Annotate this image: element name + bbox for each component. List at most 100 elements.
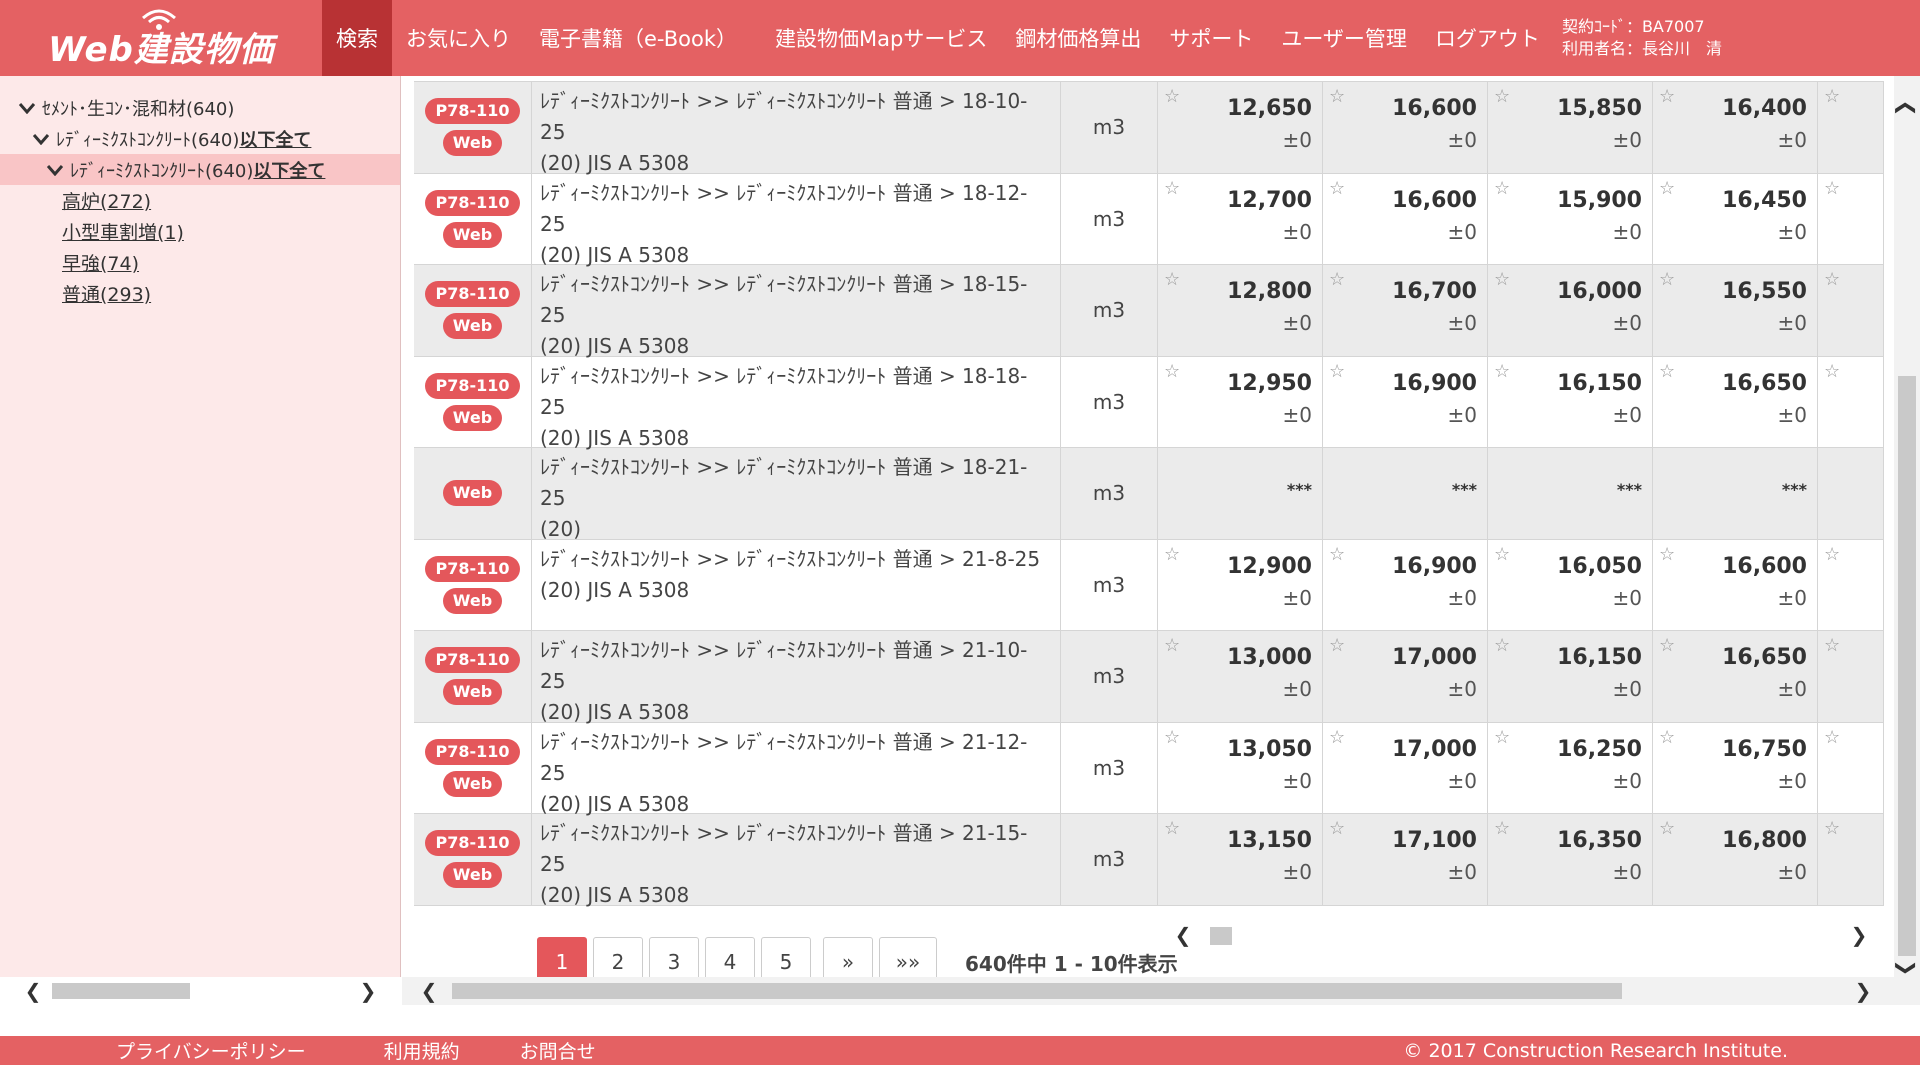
item-description[interactable]: ﾚﾃﾞｨｰﾐｸｽﾄｺﾝｸﾘｰﾄ >> ﾚﾃﾞｨｰﾐｸｽﾄｺﾝｸﾘｰﾄ 普通 > …	[532, 539, 1061, 630]
table-row[interactable]: P78-110 Web ﾚﾃﾞｨｰﾐｸｽﾄｺﾝｸﾘｰﾄ >> ﾚﾃﾞｨｰﾐｸｽﾄｺﾝ…	[414, 265, 1158, 358]
web-badge[interactable]: Web	[442, 130, 503, 157]
price-cell[interactable]: ☆ 12,800 ±0	[1158, 265, 1323, 356]
table-row[interactable]: P78-110 Web ﾚﾃﾞｨｰﾐｸｽﾄｺﾝｸﾘｰﾄ >> ﾚﾃﾞｨｰﾐｸｽﾄｺﾝ…	[414, 356, 1158, 450]
favorite-star-icon[interactable]: ☆	[1164, 727, 1180, 748]
price-cell-partial[interactable]: ☆	[1818, 814, 1884, 905]
price-cell[interactable]: ☆ 16,150 ±0	[1488, 631, 1653, 722]
tree-node-cement[interactable]: ｾﾒﾝﾄ･生ｺﾝ･混和材(640)	[0, 92, 400, 123]
table-row[interactable]: P78-110 Web ﾚﾃﾞｨｰﾐｸｽﾄｺﾝｸﾘｰﾄ >> ﾚﾃﾞｨｰﾐｸｽﾄｺﾝ…	[414, 539, 1158, 631]
nav-support[interactable]: サポート	[1155, 0, 1267, 76]
show-all-link[interactable]: 以下全て	[253, 157, 325, 183]
favorite-star-icon[interactable]: ☆	[1659, 818, 1675, 839]
price-cell-partial[interactable]: ☆	[1818, 539, 1884, 630]
price-cell[interactable]: ☆ 17,000 ±0	[1323, 631, 1488, 722]
table-row-prices[interactable]: ☆ 13,000 ±0 ☆ 17,000 ±0 ☆ 16,150 ±0 ☆ 16,650 ±0 ☆	[1158, 631, 1884, 723]
scroll-right-icon[interactable]: ❯	[355, 979, 381, 1003]
favorite-star-icon[interactable]: ☆	[1329, 269, 1345, 290]
tree-leaf-normal[interactable]: 普通(293)	[0, 278, 400, 309]
favorite-star-icon[interactable]: ☆	[1824, 635, 1840, 656]
favorite-star-icon[interactable]: ☆	[1329, 178, 1345, 199]
table-row[interactable]: P78-110 Web ﾚﾃﾞｨｰﾐｸｽﾄｺﾝｸﾘｰﾄ >> ﾚﾃﾞｨｰﾐｸｽﾄｺﾝ…	[414, 631, 1158, 724]
scrollbar-thumb[interactable]	[1898, 376, 1916, 956]
page-ref-badge[interactable]: P78-110	[425, 189, 520, 216]
price-cell[interactable]: ☆ 16,900 ±0	[1323, 356, 1488, 447]
price-cell-partial[interactable]: ☆	[1818, 356, 1884, 447]
scrollbar-thumb[interactable]	[1210, 927, 1232, 945]
scrollbar-thumb[interactable]	[52, 983, 190, 999]
favorite-star-icon[interactable]: ☆	[1164, 86, 1180, 107]
price-cell[interactable]: ☆ 13,000 ±0	[1158, 631, 1323, 722]
favorite-star-icon[interactable]: ☆	[1824, 818, 1840, 839]
favorite-star-icon[interactable]: ☆	[1659, 544, 1675, 565]
privacy-policy-link[interactable]: プライバシーポリシー	[116, 1037, 306, 1064]
favorite-star-icon[interactable]: ☆	[1659, 361, 1675, 382]
scrollbar-thumb[interactable]	[452, 983, 1622, 999]
price-cell[interactable]: ☆ 16,600 ±0	[1323, 82, 1488, 173]
price-cell[interactable]: ***	[1158, 448, 1323, 539]
price-cell[interactable]: ☆ 16,050 ±0	[1488, 539, 1653, 630]
favorite-star-icon[interactable]: ☆	[1329, 361, 1345, 382]
price-cell[interactable]: ☆ 16,650 ±0	[1653, 631, 1818, 722]
main-vscrollbar[interactable]: ❮ ❯	[1894, 76, 1920, 981]
main-hscrollbar[interactable]: ❮ ❯	[402, 977, 1920, 1005]
favorite-star-icon[interactable]: ☆	[1659, 727, 1675, 748]
favorite-star-icon[interactable]: ☆	[1494, 86, 1510, 107]
item-description[interactable]: ﾚﾃﾞｨｰﾐｸｽﾄｺﾝｸﾘｰﾄ >> ﾚﾃﾞｨｰﾐｸｽﾄｺﾝｸﾘｰﾄ 普通 > …	[532, 82, 1061, 175]
price-cell[interactable]: ☆ 13,150 ±0	[1158, 814, 1323, 905]
favorite-star-icon[interactable]: ☆	[1824, 361, 1840, 382]
item-description[interactable]: ﾚﾃﾞｨｰﾐｸｽﾄｺﾝｸﾘｰﾄ >> ﾚﾃﾞｨｰﾐｸｽﾄｺﾝｸﾘｰﾄ 普通 > …	[532, 173, 1061, 267]
web-badge[interactable]: Web	[442, 770, 503, 797]
chevron-down-icon[interactable]	[32, 130, 50, 148]
web-badge[interactable]: Web	[442, 587, 503, 614]
nav-user-management[interactable]: ユーザー管理	[1267, 0, 1421, 76]
tree-leaf-early-strength[interactable]: 早強(74)	[0, 247, 400, 278]
price-cell[interactable]: ☆ 15,900 ±0	[1488, 173, 1653, 264]
favorite-star-icon[interactable]: ☆	[1659, 635, 1675, 656]
table-row[interactable]: P78-110 Web ﾚﾃﾞｨｰﾐｸｽﾄｺﾝｸﾘｰﾄ >> ﾚﾃﾞｨｰﾐｸｽﾄｺﾝ…	[414, 722, 1158, 816]
scroll-up-icon[interactable]: ❮	[1895, 95, 1919, 121]
price-cell[interactable]: ☆ 17,100 ±0	[1323, 814, 1488, 905]
price-cell[interactable]: ***	[1488, 448, 1653, 539]
nav-favorites[interactable]: お気に入り	[392, 0, 525, 76]
logo[interactable]: Web建設物価	[0, 0, 322, 76]
price-cell[interactable]: ☆ 13,050 ±0	[1158, 722, 1323, 813]
scroll-left-icon[interactable]: ❮	[20, 979, 46, 1003]
table-row-prices[interactable]: ☆ 12,650 ±0 ☆ 16,600 ±0 ☆ 15,850 ±0 ☆ 16,400 ±0 ☆	[1158, 82, 1884, 174]
price-cell[interactable]: ☆ 16,650 ±0	[1653, 356, 1818, 447]
price-cell[interactable]: ☆ 12,650 ±0	[1158, 82, 1323, 173]
favorite-star-icon[interactable]: ☆	[1659, 86, 1675, 107]
tree-leaf-small-truck[interactable]: 小型車割増(1)	[0, 216, 400, 247]
price-cell[interactable]: ☆ 16,600 ±0	[1323, 173, 1488, 264]
web-badge[interactable]: Web	[442, 404, 503, 431]
price-cell[interactable]: ☆ 16,250 ±0	[1488, 722, 1653, 813]
item-description[interactable]: ﾚﾃﾞｨｰﾐｸｽﾄｺﾝｸﾘｰﾄ >> ﾚﾃﾞｨｰﾐｸｽﾄｺﾝｸﾘｰﾄ 普通 > …	[532, 631, 1061, 724]
favorite-star-icon[interactable]: ☆	[1824, 727, 1840, 748]
price-cell[interactable]: ☆ 16,550 ±0	[1653, 265, 1818, 356]
table-row-prices[interactable]: *** *** *** ***	[1158, 448, 1884, 540]
favorite-star-icon[interactable]: ☆	[1329, 635, 1345, 656]
price-cell[interactable]: ☆ 17,000 ±0	[1323, 722, 1488, 813]
price-cell[interactable]: ☆ 16,700 ±0	[1323, 265, 1488, 356]
favorite-star-icon[interactable]: ☆	[1494, 818, 1510, 839]
web-badge[interactable]: Web	[442, 862, 503, 889]
favorite-star-icon[interactable]: ☆	[1824, 178, 1840, 199]
favorite-star-icon[interactable]: ☆	[1164, 544, 1180, 565]
nav-ebook[interactable]: 電子書籍（e-Book）	[525, 0, 761, 76]
table-row-prices[interactable]: ☆ 12,900 ±0 ☆ 16,900 ±0 ☆ 16,050 ±0 ☆ 16,600 ±0 ☆	[1158, 539, 1884, 631]
favorite-star-icon[interactable]: ☆	[1164, 178, 1180, 199]
favorite-star-icon[interactable]: ☆	[1329, 86, 1345, 107]
table-row-prices[interactable]: ☆ 12,950 ±0 ☆ 16,900 ±0 ☆ 16,150 ±0 ☆ 16,650 ±0 ☆	[1158, 356, 1884, 448]
page-ref-badge[interactable]: P78-110	[425, 647, 520, 674]
favorite-star-icon[interactable]: ☆	[1659, 269, 1675, 290]
table-row-prices[interactable]: ☆ 13,050 ±0 ☆ 17,000 ±0 ☆ 16,250 ±0 ☆ 16,750 ±0 ☆	[1158, 722, 1884, 814]
price-hscrollbar[interactable]: ❮ ❯	[1158, 923, 1884, 947]
item-description[interactable]: ﾚﾃﾞｨｰﾐｸｽﾄｺﾝｸﾘｰﾄ >> ﾚﾃﾞｨｰﾐｸｽﾄｺﾝｸﾘｰﾄ 普通 > …	[532, 814, 1061, 907]
page-ref-badge[interactable]: P78-110	[425, 281, 520, 308]
scroll-right-icon[interactable]: ❯	[1850, 979, 1876, 1003]
tree-node-ready-mixed[interactable]: ﾚﾃﾞｨｰﾐｸｽﾄｺﾝｸﾘｰﾄ(640) 以下全て	[0, 123, 400, 154]
favorite-star-icon[interactable]: ☆	[1494, 635, 1510, 656]
nav-map-service[interactable]: 建設物価Mapサービス	[761, 0, 1001, 76]
favorite-star-icon[interactable]: ☆	[1494, 269, 1510, 290]
price-cell-partial[interactable]: ☆	[1818, 722, 1884, 813]
price-cell[interactable]: ☆ 16,800 ±0	[1653, 814, 1818, 905]
